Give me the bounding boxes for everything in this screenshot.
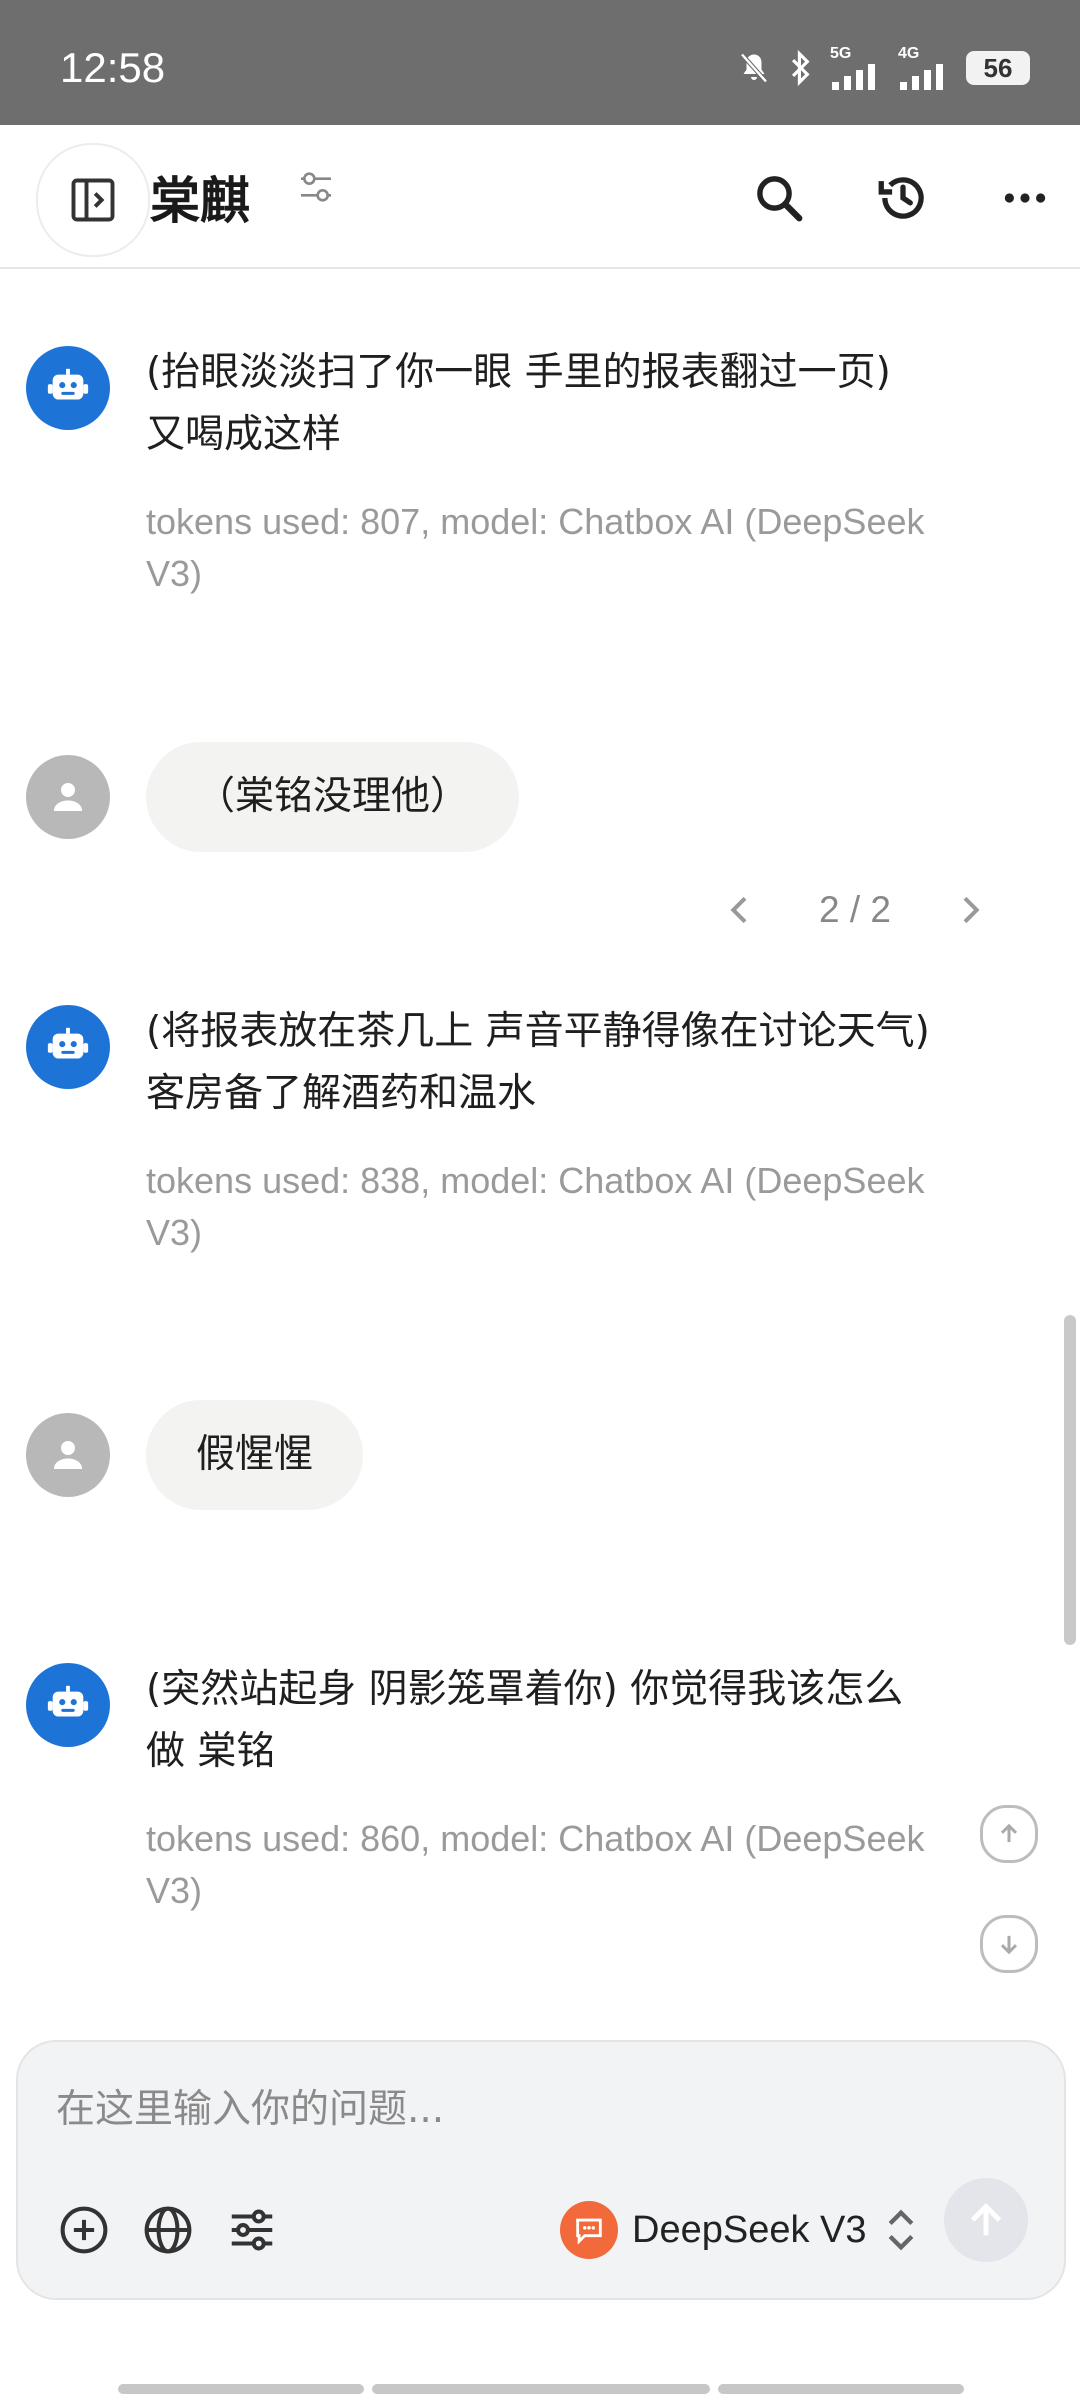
model-selector[interactable]: DeepSeek V3 — [560, 2200, 921, 2260]
message-meta: tokens used: 807, model: Chatbox AI (Dee… — [146, 501, 925, 594]
sliders-icon — [301, 172, 331, 202]
battery-indicator: 56 — [966, 51, 1030, 85]
app-header: 棠麒 — [0, 125, 1080, 269]
chevron-right-icon[interactable] — [950, 890, 990, 930]
sidebar-toggle-button[interactable] — [36, 143, 150, 257]
composer-settings-button[interactable] — [222, 2200, 282, 2260]
search-icon — [757, 176, 803, 222]
bot-avatar — [26, 1663, 110, 1747]
scroll-to-bottom-button[interactable] — [980, 1915, 1038, 1973]
message-meta: tokens used: 838, model: Chatbox AI (Dee… — [146, 1160, 925, 1253]
bluetooth-icon — [791, 49, 810, 87]
status-icons: 5G 4G 56 — [736, 46, 1030, 90]
globe-icon — [144, 2206, 192, 2254]
pager-count: 2 / 2 — [819, 889, 891, 930]
nav-segment — [718, 2384, 964, 2394]
chevron-up-down-icon — [888, 2209, 913, 2251]
web-search-button[interactable] — [138, 2200, 198, 2260]
nav-segment — [118, 2384, 364, 2394]
history-icon — [878, 177, 924, 219]
more-dots-icon — [1004, 193, 1046, 203]
chat-title: 棠麒 — [150, 172, 250, 230]
bot-avatar — [26, 346, 110, 430]
arrow-down-icon — [1000, 1935, 1018, 1955]
sliders-icon — [231, 2209, 273, 2251]
arrow-up-icon — [970, 2203, 1002, 2236]
status-bar: 12:58 5G 4G 56 — [0, 0, 1080, 125]
bot-avatar — [26, 1005, 110, 1089]
message-text: (抬眼淡淡扫了你一眼 手里的报表翻过一页) 又喝成这样 — [146, 350, 891, 457]
scroll-to-top-button[interactable] — [980, 1805, 1038, 1863]
message-input[interactable] — [54, 2078, 1018, 2140]
search-button[interactable] — [744, 163, 814, 233]
person-icon — [54, 1441, 82, 1469]
user-avatar — [26, 1413, 110, 1497]
user-message-bubble[interactable]: 假惺惺 — [146, 1400, 364, 1510]
signal-5g-icon — [832, 64, 875, 90]
message-composer: DeepSeek V3 — [16, 2040, 1066, 2300]
robot-icon — [47, 368, 89, 400]
person-icon — [54, 783, 82, 811]
mute-bell-icon — [740, 53, 768, 83]
send-button[interactable] — [944, 2178, 1028, 2262]
chat-settings-button[interactable] — [296, 167, 336, 211]
navigation-bar — [118, 2384, 964, 2394]
history-button[interactable] — [868, 163, 938, 233]
signal-4g-icon — [900, 64, 943, 90]
message-text: (将报表放在茶几上 声音平静得像在讨论天气) 客房备了解酒药和温水 — [146, 1009, 930, 1116]
robot-icon — [47, 1027, 89, 1059]
chat-scrollbar[interactable] — [1064, 1315, 1076, 1645]
chat-bubble-icon — [576, 2218, 602, 2245]
attach-button[interactable] — [54, 2200, 114, 2260]
response-pager: 2 / 2 — [720, 880, 990, 940]
signal-label-4g: 4G — [898, 45, 920, 62]
model-name: DeepSeek V3 — [632, 2208, 867, 2251]
nav-segment — [372, 2384, 710, 2394]
robot-icon — [47, 1685, 89, 1717]
arrow-up-icon — [1000, 1823, 1018, 1843]
sidebar-expand-icon — [71, 178, 115, 222]
plus-circle-icon — [60, 2206, 108, 2254]
status-time: 12:58 — [60, 44, 166, 91]
signal-label-5g: 5G — [830, 45, 852, 62]
model-icon — [560, 2201, 618, 2259]
message-meta: tokens used: 860, model: Chatbox AI (Dee… — [146, 1818, 925, 1911]
more-options-button[interactable] — [990, 163, 1060, 233]
user-avatar — [26, 755, 110, 839]
message-text: (突然站起身 阴影笼罩着你) 你觉得我该怎么 做 棠铭 — [146, 1667, 904, 1774]
user-message-bubble[interactable]: （棠铭没理他） — [146, 742, 520, 852]
chevron-left-icon[interactable] — [720, 890, 760, 930]
